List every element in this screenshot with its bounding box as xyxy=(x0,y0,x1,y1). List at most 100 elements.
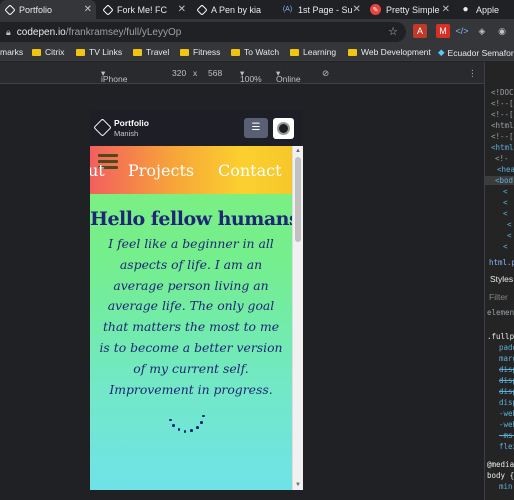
spinner-dot xyxy=(169,418,172,422)
styles-filter-input[interactable]: Filter xyxy=(489,292,508,302)
scroll-up-arrow-icon[interactable]: ▲ xyxy=(295,148,301,154)
dom-line-selected[interactable]: <bod xyxy=(485,176,514,185)
device-select[interactable]: iPhone 5/SE ▾ xyxy=(101,68,127,94)
codepen-icon xyxy=(196,3,208,16)
network-select[interactable]: Online ▾ xyxy=(276,68,301,84)
nav-item-about[interactable]: ut xyxy=(90,161,105,180)
nav-item-projects[interactable]: Projects xyxy=(128,161,194,180)
layout-toggle-icon: ☰ xyxy=(251,122,261,133)
bookmark-label: TV Links xyxy=(89,47,123,57)
close-icon[interactable]: ✕ xyxy=(84,4,92,15)
browser-tab-pen-by-kia[interactable]: A Pen by kia xyxy=(192,0,276,19)
more-options-icon[interactable]: ⋮ xyxy=(468,68,477,79)
css-property[interactable]: disp xyxy=(499,365,514,374)
dom-line[interactable]: <hea xyxy=(497,165,514,174)
bookmark-label: Fitness xyxy=(193,47,221,57)
code-extension-icon[interactable]: </> xyxy=(455,24,469,38)
dom-line[interactable]: < xyxy=(503,242,508,251)
devtools-panel: <!DOC <!--[ <!--[ <html <!--[ <html <!- … xyxy=(484,62,514,500)
browser-tab-portfolio[interactable]: Portfolio ✕ xyxy=(0,0,96,19)
scrollbar-thumb[interactable] xyxy=(295,157,301,242)
close-icon[interactable]: ✕ xyxy=(178,4,186,15)
avatar-image xyxy=(277,122,290,135)
dimension-separator: x xyxy=(193,68,198,78)
zoom-select[interactable]: 100% ▾ xyxy=(240,68,262,84)
dom-line[interactable]: <!DOC xyxy=(491,88,514,97)
close-icon[interactable]: ✕ xyxy=(442,4,450,15)
folder-icon xyxy=(76,48,85,56)
tab-label: Fork Me! FC xyxy=(117,4,168,15)
tab-label: 1st Page - Su xyxy=(298,4,353,15)
css-property[interactable]: disp xyxy=(499,387,514,396)
dom-line[interactable]: < xyxy=(503,198,508,207)
css-property[interactable]: flex xyxy=(499,442,514,451)
pdf-extension-icon[interactable]: A xyxy=(413,24,427,38)
browser-tab-apple[interactable]: ● Apple xyxy=(456,0,514,19)
dom-line[interactable]: <html xyxy=(491,143,514,152)
dom-line[interactable]: <!--[ xyxy=(491,132,514,141)
bookmark-marks[interactable]: marks xyxy=(0,47,23,57)
browser-tab-fork-me[interactable]: Fork Me! FC ✕ xyxy=(98,0,190,19)
folder-icon xyxy=(133,48,142,56)
hero-heading: Hello fellow humans xyxy=(90,208,292,230)
tab-label: Pretty Simple xyxy=(386,4,440,15)
css-selector[interactable]: body { xyxy=(487,471,514,480)
bookmark-tv-links[interactable]: TV Links xyxy=(76,47,122,57)
link-icon: ◆ xyxy=(438,47,445,57)
css-property[interactable]: marg xyxy=(499,354,514,363)
codepen-logo-icon[interactable] xyxy=(93,118,112,137)
bookmark-web-development[interactable]: Web Development xyxy=(348,47,431,57)
dom-line[interactable]: <!--[ xyxy=(491,99,514,108)
dom-line[interactable]: <!- xyxy=(495,154,509,163)
dom-line[interactable]: <html xyxy=(491,121,514,130)
css-property[interactable]: -ms- xyxy=(499,431,514,440)
vertical-scrollbar[interactable]: ▲ ▼ xyxy=(292,146,303,490)
css-property[interactable]: disp xyxy=(499,376,514,385)
bookmark-to-watch[interactable]: To Watch xyxy=(231,47,279,57)
pen-preview: ut Projects Contact Hello fellow humans … xyxy=(90,146,292,490)
bookmark-fitness[interactable]: Fitness xyxy=(180,47,220,57)
nav-item-contact[interactable]: Contact xyxy=(218,161,282,180)
dom-line[interactable]: < xyxy=(503,187,508,196)
close-icon[interactable]: ✕ xyxy=(353,4,361,15)
height-field[interactable]: 568 xyxy=(208,68,222,78)
codepen-icon xyxy=(102,3,114,16)
avatar[interactable] xyxy=(273,118,294,139)
bookmark-travel[interactable]: Travel xyxy=(133,47,169,57)
browser-tab-pretty-simple[interactable]: ✎ Pretty Simple ✕ xyxy=(366,0,454,19)
dom-line[interactable]: <!--[ xyxy=(491,110,514,119)
device-toolbar: iPhone 5/SE ▾ 320 x 568 100% ▾ Online ▾ … xyxy=(0,62,484,94)
dom-line[interactable]: < xyxy=(507,231,512,240)
bookmark-label: Ecuador Semafor xyxy=(447,47,514,58)
width-field[interactable]: 320 xyxy=(172,68,186,78)
spinner-dot xyxy=(183,429,187,433)
url-field[interactable]: 🔒︎ codepen.io/frankramsey/full/yLeyyOp ☆ xyxy=(0,22,406,42)
loading-spinner xyxy=(160,391,210,441)
css-property[interactable]: disp xyxy=(499,398,514,407)
css-property[interactable]: min- xyxy=(499,482,514,491)
bookmark-ecuador[interactable]: ◆ Ecuador Semafor xyxy=(438,47,514,58)
styles-tab[interactable]: Styles xyxy=(490,274,513,284)
bookmark-label: Travel xyxy=(146,47,170,57)
css-selector[interactable]: .fullp xyxy=(487,332,514,341)
dom-line[interactable]: < xyxy=(507,220,512,229)
breadcrumb[interactable]: html.pc xyxy=(489,258,514,267)
bookmark-learning[interactable]: Learning xyxy=(290,47,336,57)
user-extension-icon[interactable]: ◉ xyxy=(495,24,509,38)
pen-author[interactable]: Manish xyxy=(114,129,138,138)
layout-toggle-button[interactable]: ☰ xyxy=(244,118,268,138)
css-property[interactable]: -web xyxy=(499,409,514,418)
folder-icon xyxy=(231,48,240,56)
shield-extension-icon[interactable]: ◈ xyxy=(475,24,489,38)
pen-title: Portfolio xyxy=(114,118,149,128)
scroll-down-arrow-icon[interactable]: ▼ xyxy=(295,482,301,488)
rotate-icon[interactable]: ⊘ xyxy=(322,68,329,79)
css-property[interactable]: padd xyxy=(499,343,514,352)
browser-tab-1st-page[interactable]: (A) 1st Page - Su ✕ xyxy=(278,0,364,19)
bookmark-citrix[interactable]: Citrix xyxy=(32,47,64,57)
dom-line[interactable]: < xyxy=(503,209,508,218)
star-icon[interactable]: ☆ xyxy=(388,25,398,38)
tab-label: Apple xyxy=(476,4,500,15)
gmail-extension-icon[interactable]: M xyxy=(436,24,450,38)
css-property[interactable]: -web xyxy=(499,420,514,429)
